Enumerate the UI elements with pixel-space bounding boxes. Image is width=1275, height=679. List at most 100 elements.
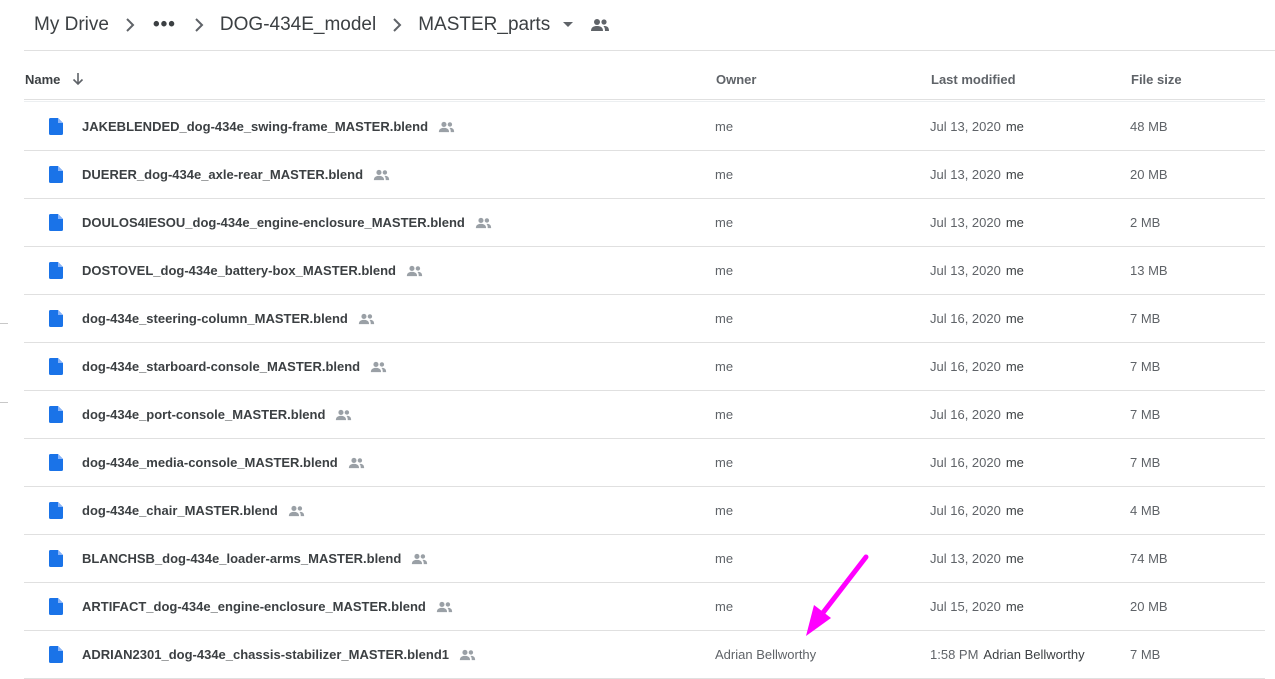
caret-down-icon[interactable] <box>558 17 578 33</box>
file-row[interactable]: dog-434e_starboard-console_MASTER.blend … <box>24 343 1265 391</box>
file-name-text: ADRIAN2301_dog-434e_chassis-stabilizer_M… <box>82 647 450 662</box>
modified-by: me <box>1005 455 1024 470</box>
file-row[interactable]: ARTIFACT_dog-434e_engine-enclosure_MASTE… <box>24 583 1265 631</box>
name-column-header[interactable]: Name <box>25 59 84 99</box>
edge-marker <box>0 402 8 403</box>
document-icon <box>49 535 63 582</box>
modified-by: Adrian Bellworthy <box>983 647 1085 662</box>
file-modified: Jul 13, 2020 me <box>930 199 1024 246</box>
file-row[interactable]: DOSTOVEL_dog-434e_battery-box_MASTER.ble… <box>24 247 1265 295</box>
modified-date: Jul 15, 2020 <box>930 599 1001 614</box>
size-column-header[interactable]: File size <box>1131 59 1182 99</box>
header-divider <box>24 101 1265 102</box>
file-row[interactable]: BLANCHSB_dog-434e_loader-arms_MASTER.ble… <box>24 535 1265 583</box>
file-size: 4 MB <box>1130 503 1161 518</box>
modified-date: Jul 16, 2020 <box>930 359 1001 374</box>
breadcrumb-more-button[interactable]: ••• <box>141 8 188 42</box>
file-row[interactable]: dog-434e_media-console_MASTER.blend me J… <box>24 439 1265 487</box>
file-name-text: dog-434e_media-console_MASTER.blend <box>82 455 338 470</box>
modified-by: me <box>1005 407 1024 422</box>
owner-column-header[interactable]: Owner <box>716 59 756 99</box>
people-icon <box>436 601 453 613</box>
file-name-text: DOULOS4IESOU_dog-434e_engine-enclosure_M… <box>82 215 465 230</box>
file-name: DOULOS4IESOU_dog-434e_engine-enclosure_M… <box>82 199 492 246</box>
file-name: dog-434e_steering-column_MASTER.blend <box>82 295 375 342</box>
file-name: BLANCHSB_dog-434e_loader-arms_MASTER.ble… <box>82 535 428 582</box>
file-row[interactable]: DOULOS4IESOU_dog-434e_engine-enclosure_M… <box>24 199 1265 247</box>
modified-by: me <box>1005 167 1024 182</box>
modified-date: Jul 16, 2020 <box>930 455 1001 470</box>
file-owner: Adrian Bellworthy <box>715 647 817 662</box>
file-size: 7 MB <box>1130 311 1161 326</box>
document-icon <box>49 391 63 438</box>
file-owner: me <box>715 407 734 422</box>
file-row[interactable]: JAKEBLENDED_dog-434e_swing-frame_MASTER.… <box>24 103 1265 151</box>
file-size: 2 MB <box>1130 215 1161 230</box>
file-row[interactable]: dog-434e_chair_MASTER.blend me Jul 16, 2… <box>24 487 1265 535</box>
document-icon <box>49 631 63 678</box>
arrow-down-icon[interactable] <box>72 72 84 86</box>
people-icon <box>348 457 365 469</box>
file-owner: me <box>715 551 734 566</box>
modified-by: me <box>1005 359 1024 374</box>
file-owner: me <box>715 167 734 182</box>
people-icon <box>475 217 492 229</box>
file-owner: me <box>715 359 734 374</box>
file-name-text: JAKEBLENDED_dog-434e_swing-frame_MASTER.… <box>82 119 429 134</box>
file-row[interactable]: DUERER_dog-434e_axle-rear_MASTER.blend m… <box>24 151 1265 199</box>
file-name: dog-434e_media-console_MASTER.blend <box>82 439 365 486</box>
file-size: 7 MB <box>1130 647 1161 662</box>
file-name: dog-434e_port-console_MASTER.blend <box>82 391 352 438</box>
modified-date: Jul 13, 2020 <box>930 215 1001 230</box>
file-row[interactable]: dog-434e_steering-column_MASTER.blend me… <box>24 295 1265 343</box>
document-icon <box>49 295 63 342</box>
file-owner: me <box>715 503 734 518</box>
breadcrumb-dog-434e-model[interactable]: DOG-434E_model <box>210 8 386 42</box>
file-name-text: dog-434e_starboard-console_MASTER.blend <box>82 359 361 374</box>
file-name: dog-434e_starboard-console_MASTER.blend <box>82 343 387 390</box>
name-header-label: Name <box>25 71 61 87</box>
modified-column-header[interactable]: Last modified <box>931 59 1016 99</box>
file-list-header: Name Owner Last modified File size <box>24 59 1265 100</box>
file-name-text: dog-434e_steering-column_MASTER.blend <box>82 311 348 326</box>
file-name: DOSTOVEL_dog-434e_battery-box_MASTER.ble… <box>82 247 423 294</box>
modified-date: Jul 13, 2020 <box>930 263 1001 278</box>
file-modified: Jul 13, 2020 me <box>930 103 1024 150</box>
modified-date: Jul 16, 2020 <box>930 311 1001 326</box>
file-owner: me <box>715 119 734 134</box>
modified-by: me <box>1005 503 1024 518</box>
people-icon <box>335 409 352 421</box>
file-row[interactable]: ADRIAN2301_dog-434e_chassis-stabilizer_M… <box>24 631 1265 679</box>
file-name: DUERER_dog-434e_axle-rear_MASTER.blend <box>82 151 390 198</box>
breadcrumb-my-drive[interactable]: My Drive <box>24 8 119 42</box>
file-modified: Jul 13, 2020 me <box>930 151 1024 198</box>
file-size: 20 MB <box>1130 167 1168 182</box>
modified-date: Jul 13, 2020 <box>930 551 1001 566</box>
modified-by: me <box>1005 215 1024 230</box>
file-name-text: ARTIFACT_dog-434e_engine-enclosure_MASTE… <box>82 599 426 614</box>
breadcrumb-current-folder[interactable]: MASTER_parts <box>408 8 560 42</box>
modified-by: me <box>1005 119 1024 134</box>
file-modified: Jul 16, 2020 me <box>930 295 1024 342</box>
file-modified: Jul 13, 2020 me <box>930 247 1024 294</box>
people-icon <box>373 169 390 181</box>
document-icon <box>49 343 63 390</box>
file-row[interactable]: dog-434e_port-console_MASTER.blend me Ju… <box>24 391 1265 439</box>
breadcrumb: My Drive ••• DOG-434E_model MASTER_parts <box>24 0 1275 51</box>
people-icon <box>370 361 387 373</box>
file-list: JAKEBLENDED_dog-434e_swing-frame_MASTER.… <box>24 103 1265 679</box>
file-name-text: BLANCHSB_dog-434e_loader-arms_MASTER.ble… <box>82 551 402 566</box>
file-modified: Jul 16, 2020 me <box>930 487 1024 534</box>
document-icon <box>49 151 63 198</box>
document-icon <box>49 439 63 486</box>
modified-date: Jul 13, 2020 <box>930 167 1001 182</box>
file-owner: me <box>715 311 734 326</box>
people-icon <box>411 553 428 565</box>
file-name: JAKEBLENDED_dog-434e_swing-frame_MASTER.… <box>82 103 455 150</box>
people-icon <box>438 121 455 133</box>
file-size: 7 MB <box>1130 359 1161 374</box>
modified-date: Jul 16, 2020 <box>930 503 1001 518</box>
document-icon <box>49 247 63 294</box>
file-size: 7 MB <box>1130 407 1161 422</box>
modified-date: Jul 16, 2020 <box>930 407 1001 422</box>
